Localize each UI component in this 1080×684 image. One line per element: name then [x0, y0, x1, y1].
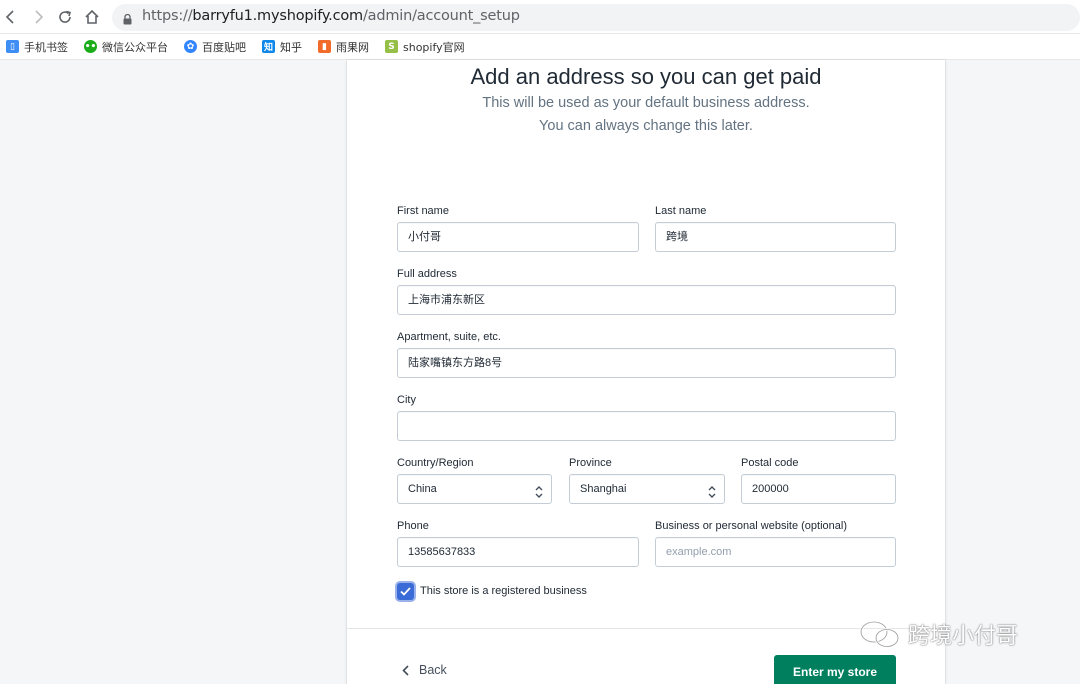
phone-input[interactable]: 13585637833 — [397, 537, 639, 567]
baidu-paw-icon: ✿ — [184, 40, 197, 53]
bookmark-shopify[interactable]: S shopify官网 — [385, 39, 465, 55]
url-bar[interactable]: https://barryfu1.myshopify.com/admin/acc… — [112, 4, 1080, 31]
city-label: City — [397, 394, 416, 406]
bookmark-label: 雨果网 — [336, 40, 369, 54]
registered-business-label[interactable]: This store is a registered business — [420, 585, 587, 597]
address-setup-card: Add an address so you can get paid This … — [347, 60, 945, 684]
city-input[interactable] — [397, 411, 896, 441]
apartment-label: Apartment, suite, etc. — [397, 331, 501, 343]
registered-business-checkbox[interactable] — [397, 583, 414, 600]
website-label: Business or personal website (optional) — [655, 520, 847, 532]
wechat-official-account-icon — [859, 620, 900, 648]
postal-code-input[interactable]: 200000 — [741, 474, 896, 504]
bookmark-mobile[interactable]: ▯ 手机书签 — [6, 39, 68, 55]
browser-toolbar: https://barryfu1.myshopify.com/admin/acc… — [0, 0, 1080, 34]
phone-bookmark-icon: ▯ — [6, 40, 19, 53]
lock-icon — [123, 12, 132, 30]
footer-divider — [347, 628, 945, 629]
bookmark-label: 微信公众平台 — [102, 40, 168, 54]
country-select[interactable]: China — [397, 474, 552, 504]
bookmarks-bar: ▯ 手机书签 •• 微信公众平台 ✿ 百度贴吧 知 知乎 ▮ 雨果网 S sho… — [0, 34, 1080, 60]
bookmark-wechat[interactable]: •• 微信公众平台 — [84, 39, 168, 55]
back-nav-icon[interactable] — [0, 6, 22, 28]
province-label: Province — [569, 457, 612, 469]
subtitle-line-2: You can always change this later. — [539, 118, 753, 134]
province-select[interactable]: Shanghai — [569, 474, 725, 504]
bookmark-label: 知乎 — [280, 40, 302, 54]
url-text: https://barryfu1.myshopify.com/admin/acc… — [142, 8, 520, 24]
zhihu-icon: 知 — [262, 40, 275, 53]
back-label: Back — [419, 663, 447, 677]
apartment-input[interactable]: 陆家嘴镇东方路8号 — [397, 348, 896, 378]
bookmark-label: 百度贴吧 — [202, 40, 246, 54]
chevron-left-icon — [402, 664, 409, 676]
bookmark-baidu-tieba[interactable]: ✿ 百度贴吧 — [184, 39, 246, 55]
country-value: China — [408, 483, 437, 495]
bookmark-label: 手机书签 — [24, 40, 68, 54]
watermark-text: 跨境小付哥 — [908, 624, 1019, 649]
last-name-label: Last name — [655, 205, 707, 217]
shopify-bag-icon: S — [385, 40, 398, 53]
select-arrows-icon — [708, 482, 716, 503]
url-scheme: https:// — [142, 8, 193, 24]
select-arrows-icon — [535, 482, 543, 503]
wechat-icon: •• — [84, 40, 97, 53]
full-address-label: Full address — [397, 268, 457, 280]
page-subtitle: This will be used as your default busine… — [347, 92, 945, 138]
website-input[interactable]: example.com — [655, 537, 896, 567]
subtitle-line-1: This will be used as your default busine… — [482, 95, 810, 111]
home-icon[interactable] — [81, 6, 103, 28]
reload-icon[interactable] — [54, 6, 76, 28]
last-name-input[interactable]: 跨境 — [655, 222, 896, 252]
province-value: Shanghai — [580, 483, 627, 495]
bookmark-zhihu[interactable]: 知 知乎 — [262, 39, 302, 55]
page-title: Add an address so you can get paid — [470, 64, 822, 89]
full-address-input[interactable]: 上海市浦东新区 — [397, 285, 896, 315]
bookmark-label: shopify官网 — [403, 40, 465, 54]
forward-nav-icon[interactable] — [27, 6, 49, 28]
back-button[interactable]: Back — [402, 663, 447, 677]
url-host: barryfu1.myshopify.com — [192, 8, 363, 24]
url-path: /admin/account_setup — [362, 8, 520, 24]
country-label: Country/Region — [397, 457, 474, 469]
checkmark-icon — [400, 587, 411, 596]
postal-code-label: Postal code — [741, 457, 799, 469]
enter-my-store-button[interactable]: Enter my store — [774, 655, 896, 684]
watermark: 跨境小付哥 — [858, 618, 1018, 650]
bookmark-cifnews[interactable]: ▮ 雨果网 — [318, 39, 369, 55]
first-name-input[interactable]: 小付哥 — [397, 222, 639, 252]
phone-label: Phone — [397, 520, 429, 532]
cifnews-icon: ▮ — [318, 40, 331, 53]
first-name-label: First name — [397, 205, 449, 217]
